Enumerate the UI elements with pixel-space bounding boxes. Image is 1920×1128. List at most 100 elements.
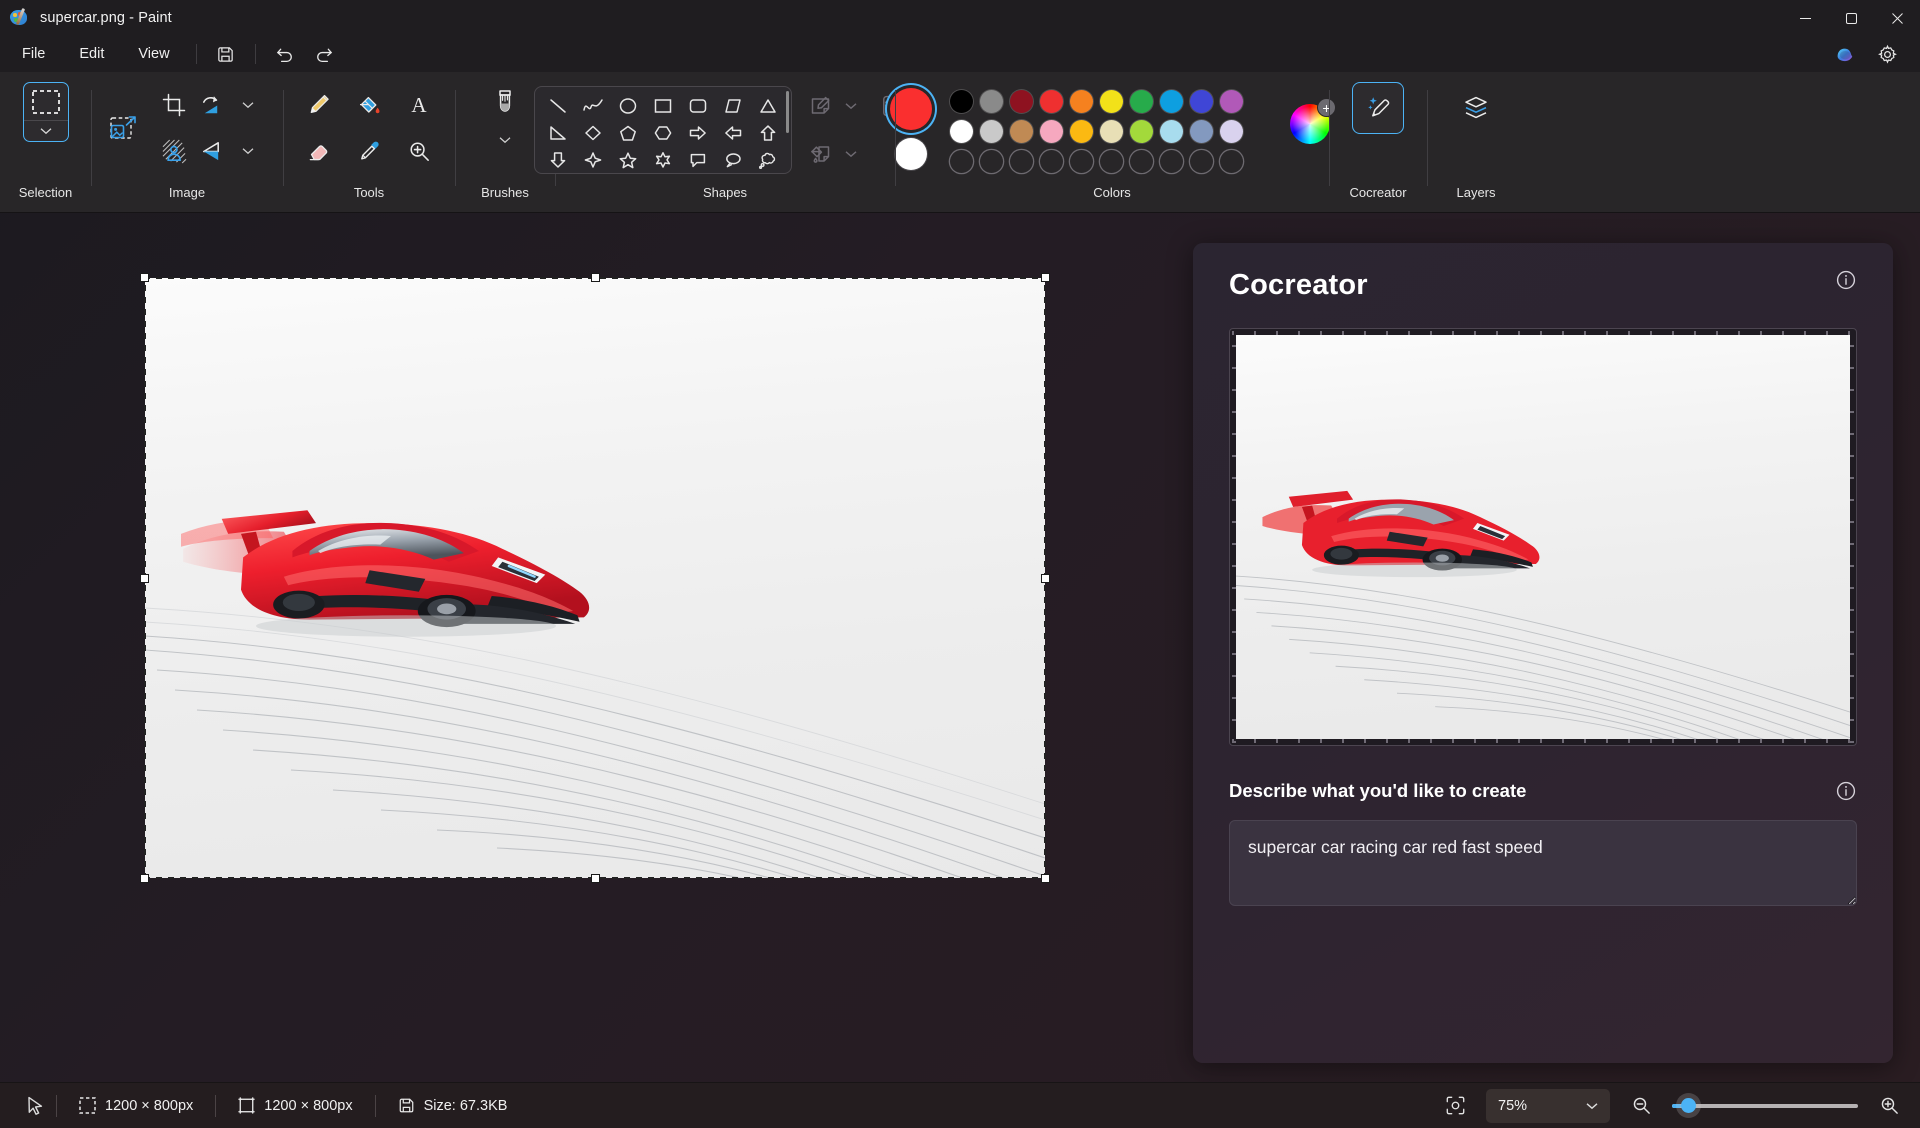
- undo-icon[interactable]: [266, 39, 304, 69]
- info-icon[interactable]: [1835, 269, 1857, 291]
- oval-callout-shape[interactable]: [718, 147, 748, 172]
- eraser-icon[interactable]: [296, 131, 342, 171]
- brush-icon[interactable]: [482, 82, 528, 128]
- color-swatch-r1-c1[interactable]: [949, 89, 973, 113]
- rotate-icon[interactable]: [187, 85, 233, 125]
- close-button[interactable]: [1874, 0, 1920, 36]
- menu-view[interactable]: View: [122, 41, 185, 68]
- selection-tool-button[interactable]: [22, 82, 69, 142]
- rectangle-shape[interactable]: [648, 93, 678, 118]
- color-wheel-icon[interactable]: +: [1290, 98, 1336, 144]
- right-triangle-shape[interactable]: [543, 120, 573, 145]
- six-point-star-shape[interactable]: [648, 147, 678, 172]
- cocreator-button[interactable]: [1352, 82, 1404, 134]
- prompt-info-icon[interactable]: [1835, 780, 1857, 802]
- oval-shape[interactable]: [613, 93, 643, 118]
- resize-image-icon[interactable]: [101, 108, 147, 148]
- zoom-slider-thumb[interactable]: [1680, 1098, 1696, 1113]
- triangle-shape[interactable]: [753, 93, 783, 118]
- color-swatch-r1-c4[interactable]: [1039, 89, 1063, 113]
- rounded-callout-shape[interactable]: [683, 147, 713, 172]
- canvas-selection[interactable]: [140, 273, 1050, 883]
- color-swatch-r2-c1[interactable]: [949, 119, 973, 143]
- color-swatch-r3-c8[interactable]: [1160, 150, 1183, 173]
- outline-style-icon[interactable]: [802, 89, 842, 123]
- color-swatch-r3-c10[interactable]: [1220, 150, 1243, 173]
- color-swatch-r1-c3[interactable]: [1009, 89, 1033, 113]
- minimize-button[interactable]: [1782, 0, 1828, 36]
- color-swatch-r1-c7[interactable]: [1129, 89, 1153, 113]
- flip-chevron-icon[interactable]: [239, 131, 257, 171]
- magnifier-tool-icon[interactable]: [396, 131, 442, 171]
- curve-shape[interactable]: [578, 93, 608, 118]
- brushes-chevron-icon[interactable]: [496, 128, 514, 152]
- color-swatch-r3-c7[interactable]: [1130, 150, 1153, 173]
- left-arrow-shape[interactable]: [718, 120, 748, 145]
- prompt-input[interactable]: [1229, 820, 1857, 906]
- color-swatch-r2-c8[interactable]: [1159, 119, 1183, 143]
- color-swatch-r2-c10[interactable]: [1219, 119, 1243, 143]
- shapes-gallery[interactable]: [534, 86, 792, 174]
- rotate-chevron-icon[interactable]: [239, 85, 257, 125]
- secondary-color-swatch[interactable]: [895, 138, 927, 170]
- color-swatch-r3-c9[interactable]: [1190, 150, 1213, 173]
- down-arrow-shape[interactable]: [543, 147, 573, 172]
- color-swatch-r2-c2[interactable]: [979, 119, 1003, 143]
- pencil-icon[interactable]: [296, 85, 342, 125]
- color-swatch-r2-c7[interactable]: [1129, 119, 1153, 143]
- selection-handle-bottom-right[interactable]: [1041, 874, 1050, 883]
- flip-icon[interactable]: [187, 131, 233, 171]
- color-swatch-r1-c8[interactable]: [1159, 89, 1183, 113]
- menu-file[interactable]: File: [6, 41, 61, 68]
- zoom-in-icon[interactable]: [1872, 1091, 1906, 1121]
- diamond-shape[interactable]: [578, 120, 608, 145]
- selection-handle-bottom-left[interactable]: [140, 874, 149, 883]
- eyedropper-icon[interactable]: [346, 131, 392, 171]
- color-swatch-r3-c1[interactable]: [950, 150, 973, 173]
- color-swatch-r1-c10[interactable]: [1219, 89, 1243, 113]
- selection-handle-top-center[interactable]: [590, 273, 600, 282]
- redo-icon[interactable]: [306, 39, 344, 69]
- primary-color-swatch[interactable]: [890, 88, 932, 130]
- up-arrow-shape[interactable]: [753, 120, 783, 145]
- right-arrow-shape[interactable]: [683, 120, 713, 145]
- selection-chevron-icon[interactable]: [24, 121, 68, 141]
- color-swatch-r1-c9[interactable]: [1189, 89, 1213, 113]
- five-point-star-shape[interactable]: [613, 147, 643, 172]
- fill-bucket-icon[interactable]: [346, 85, 392, 125]
- color-swatch-r3-c6[interactable]: [1100, 150, 1123, 173]
- color-swatch-r1-c2[interactable]: [979, 89, 1003, 113]
- selection-handle-top-left[interactable]: [140, 273, 149, 282]
- layers-button[interactable]: [1450, 82, 1502, 134]
- rounded-rectangle-shape[interactable]: [683, 93, 713, 118]
- color-swatch-r2-c5[interactable]: [1069, 119, 1093, 143]
- zoom-level-select[interactable]: 75%: [1486, 1088, 1610, 1123]
- selection-handle-middle-left[interactable]: [140, 573, 149, 583]
- zoom-slider[interactable]: [1672, 1096, 1858, 1116]
- color-swatch-r2-c3[interactable]: [1009, 119, 1033, 143]
- color-swatch-r3-c5[interactable]: [1070, 150, 1093, 173]
- fill-chevron-icon[interactable]: [842, 134, 860, 174]
- cloud-callout-shape[interactable]: [753, 147, 783, 172]
- fit-to-window-icon[interactable]: [1438, 1091, 1472, 1121]
- color-swatch-r3-c3[interactable]: [1010, 150, 1033, 173]
- color-swatch-r1-c6[interactable]: [1099, 89, 1123, 113]
- hexagon-shape[interactable]: [648, 120, 678, 145]
- color-swatch-r1-c5[interactable]: [1069, 89, 1093, 113]
- line-shape[interactable]: [543, 93, 573, 118]
- selection-handle-bottom-center[interactable]: [590, 874, 600, 883]
- color-swatch-r3-c4[interactable]: [1040, 150, 1063, 173]
- save-icon[interactable]: [207, 39, 245, 69]
- menu-edit[interactable]: Edit: [63, 41, 120, 68]
- color-swatch-r2-c4[interactable]: [1039, 119, 1063, 143]
- zoom-out-icon[interactable]: [1624, 1091, 1658, 1121]
- four-point-star-shape[interactable]: [578, 147, 608, 172]
- fill-style-icon[interactable]: [802, 137, 842, 171]
- selection-handle-middle-right[interactable]: [1041, 573, 1050, 583]
- outline-chevron-icon[interactable]: [842, 86, 860, 126]
- settings-gear-icon[interactable]: [1868, 39, 1906, 69]
- text-tool-icon[interactable]: A: [396, 85, 442, 125]
- pentagon-shape[interactable]: [613, 120, 643, 145]
- copilot-icon[interactable]: [1828, 39, 1862, 69]
- shapes-scrollbar[interactable]: [786, 91, 789, 133]
